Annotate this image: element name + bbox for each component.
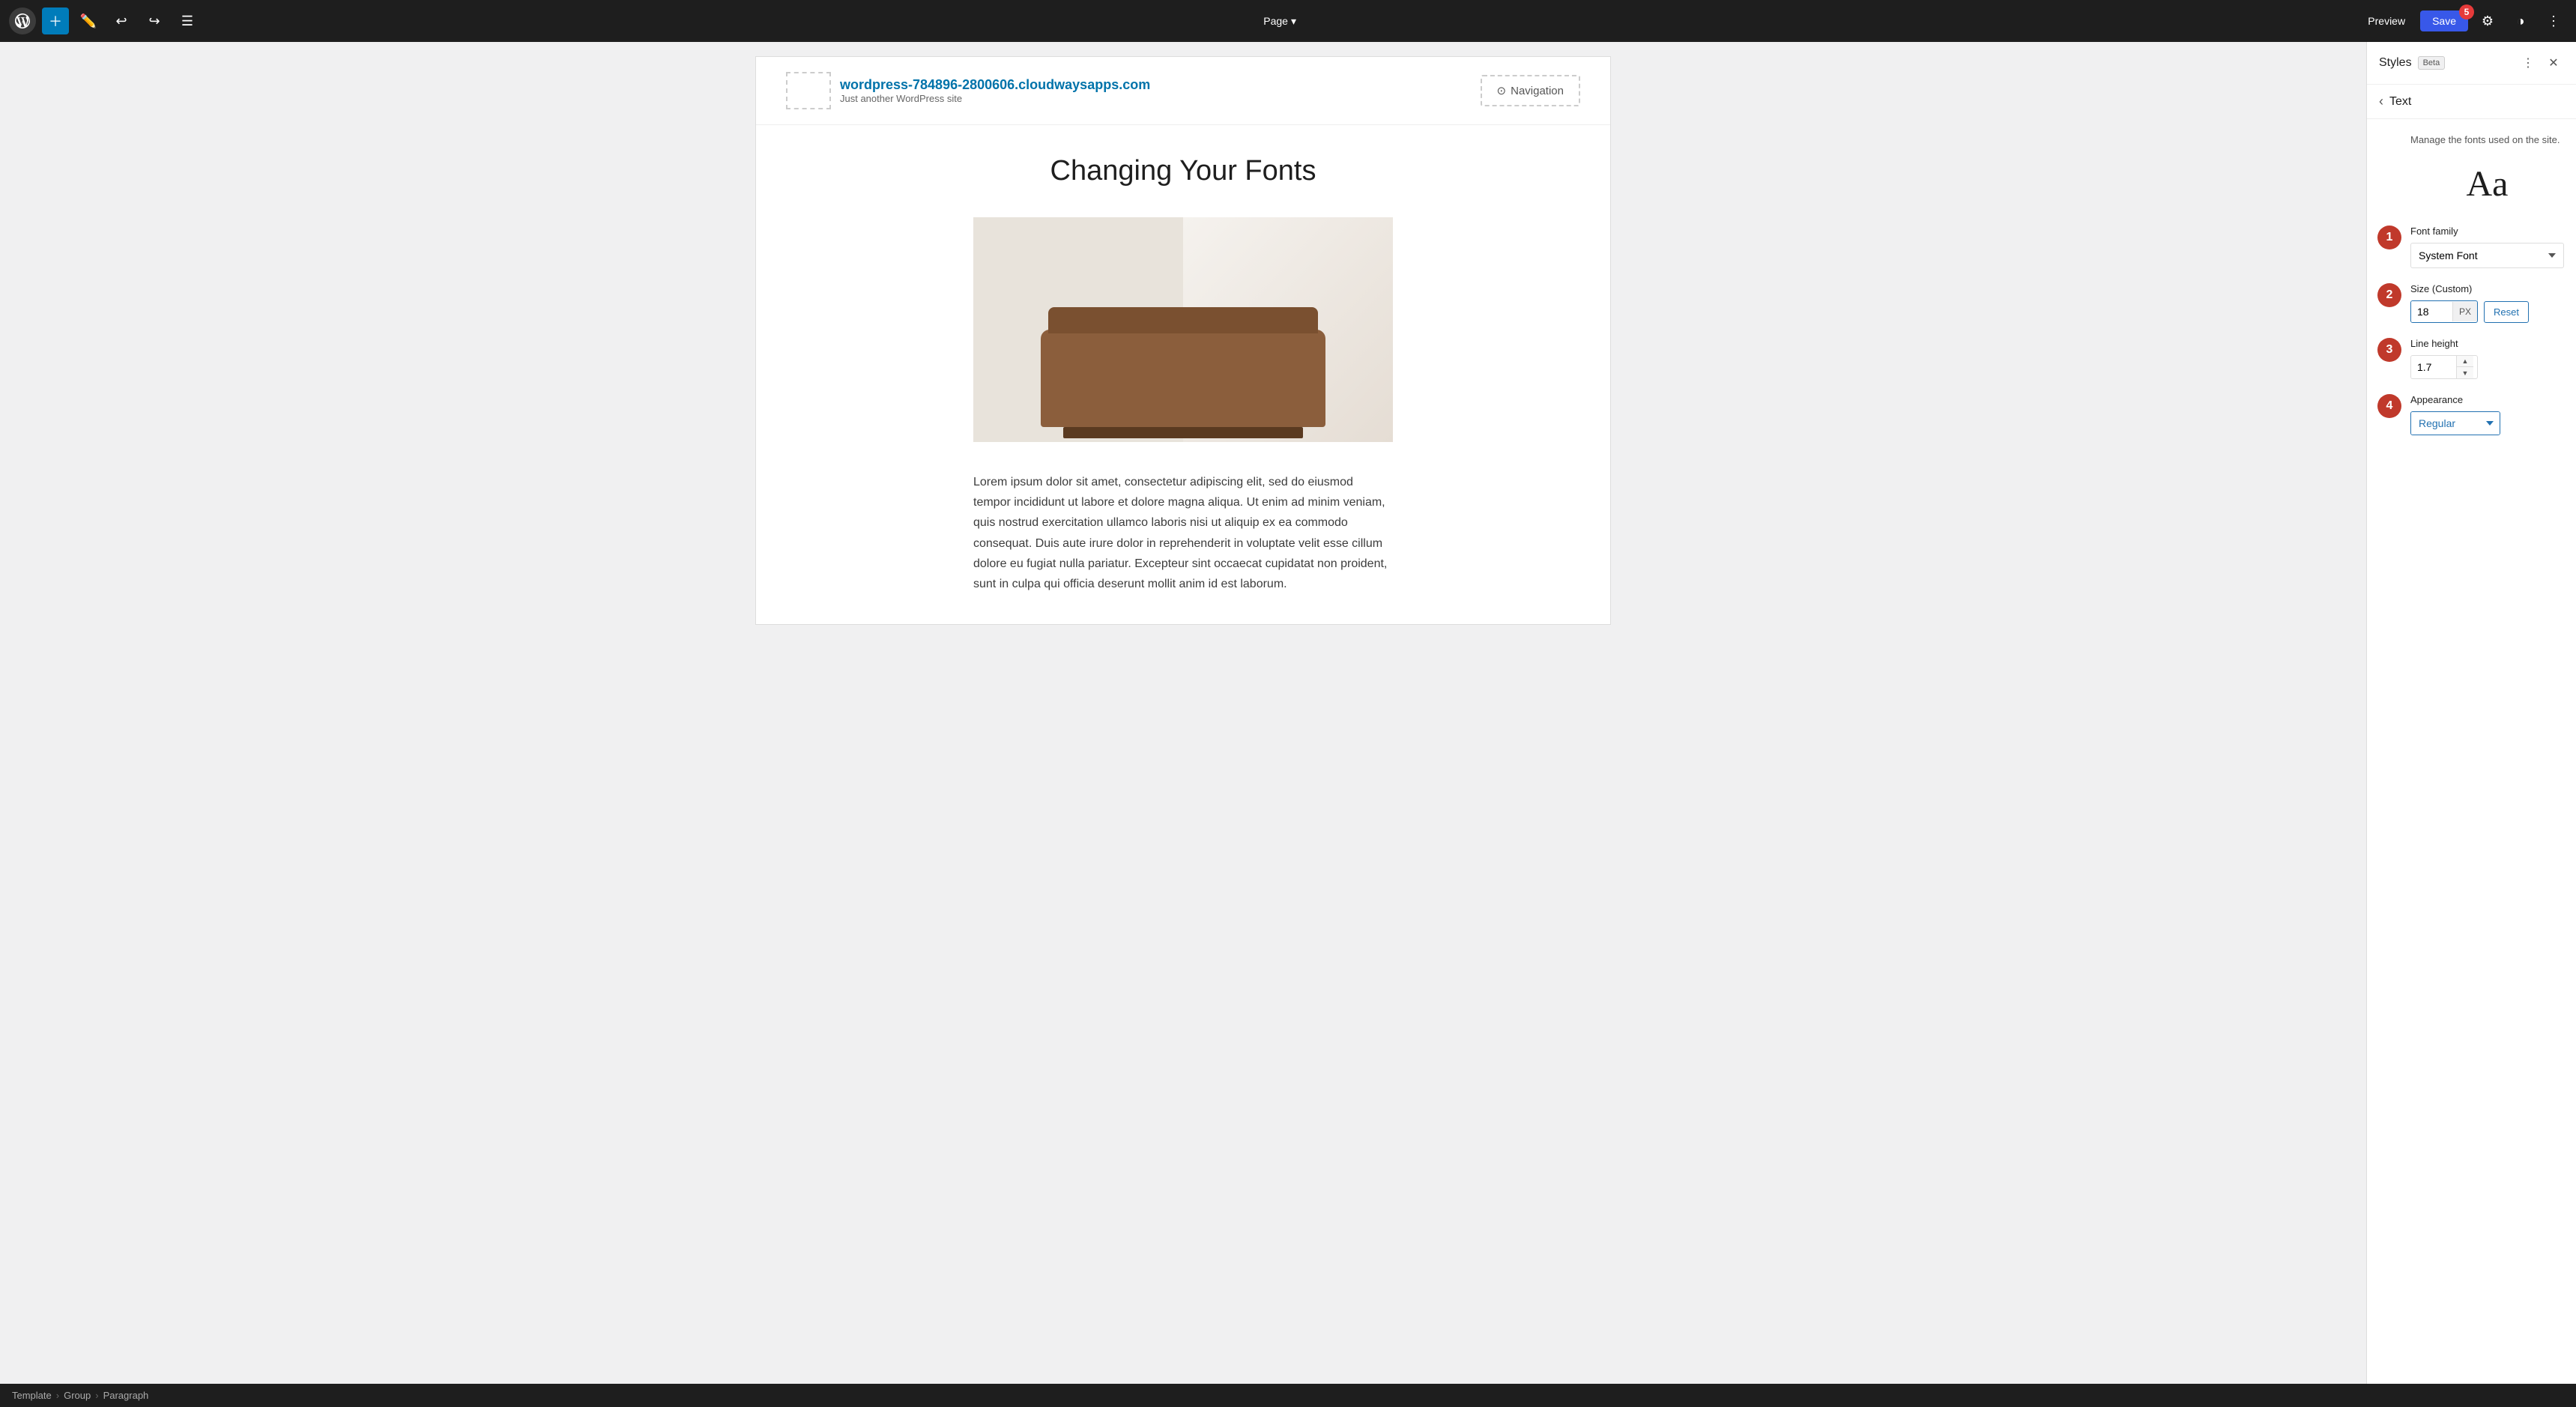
panel-title: Styles: [2379, 56, 2412, 70]
breadcrumb-sep-2: ›: [95, 1390, 98, 1401]
panel-header: Styles Beta ⋮ ✕: [2367, 42, 2576, 85]
size-input[interactable]: [2411, 301, 2452, 322]
sofa-decoration: [1041, 330, 1325, 427]
badge-4: 4: [2377, 394, 2401, 418]
dark-mode-button[interactable]: ◑: [2507, 7, 2534, 34]
site-header: wordpress-784896-2800606.cloudwaysapps.c…: [756, 57, 1610, 125]
main-layout: wordpress-784896-2800606.cloudwaysapps.c…: [0, 42, 2576, 1384]
content-title: Changing Your Fonts: [816, 155, 1550, 187]
subheader-title: Text: [2389, 95, 2411, 109]
lorem-text: Lorem ipsum dolor sit amet, consectetur …: [973, 472, 1393, 594]
font-family-content: Font family System Font Arial Georgia He…: [2410, 226, 2564, 268]
site-title-link[interactable]: wordpress-784896-2800606.cloudwaysapps.c…: [840, 77, 1150, 93]
appearance-select[interactable]: Regular Bold Light Italic: [2411, 412, 2500, 435]
nav-label: Navigation: [1511, 85, 1564, 97]
appearance-content: Appearance Regular Bold Light Italic: [2410, 394, 2564, 435]
panel-subheader: ‹ Text: [2367, 85, 2576, 119]
size-row-container: 2 Size (Custom) PX Reset: [2410, 283, 2564, 323]
breadcrumb-template[interactable]: Template: [12, 1390, 52, 1401]
site-content: Changing Your Fonts Lorem ipsum dolor si…: [756, 125, 1610, 624]
line-height-down[interactable]: ▼: [2457, 367, 2473, 378]
breadcrumb-paragraph[interactable]: Paragraph: [103, 1390, 149, 1401]
reset-button[interactable]: Reset: [2484, 301, 2529, 323]
edit-button[interactable]: ✏️: [75, 7, 102, 34]
toolbar: ＋ ✏️ ↩ ↪ ☰ Page ▾ Preview Save 5 ⚙ ◑ ⋮: [0, 0, 2576, 42]
panel-more-button[interactable]: ⋮: [2518, 52, 2539, 73]
line-height-label: Line height: [2410, 338, 2564, 349]
styles-panel: Styles Beta ⋮ ✕ ‹ Text Manage the fonts …: [2366, 42, 2576, 1384]
line-height-stepper: ▲ ▼: [2456, 356, 2473, 378]
beta-badge: Beta: [2418, 56, 2446, 70]
font-family-row: 1 Font family System Font Arial Georgia …: [2410, 226, 2564, 268]
panel-header-left: Styles Beta: [2379, 56, 2445, 70]
panel-content: Manage the fonts used on the site. Aa 1 …: [2367, 119, 2576, 1384]
line-height-input[interactable]: [2411, 357, 2456, 378]
chevron-down-icon: ▾: [1291, 15, 1296, 28]
panel-header-right: ⋮ ✕: [2518, 52, 2564, 73]
redo-button[interactable]: ↪: [141, 7, 168, 34]
breadcrumb-sep-1: ›: [56, 1390, 59, 1401]
badge-3: 3: [2377, 338, 2401, 362]
content-image[interactable]: [973, 217, 1393, 442]
line-height-row: 3 Line height ▲ ▼: [2410, 338, 2564, 379]
size-content: Size (Custom) PX Reset: [2410, 283, 2564, 323]
add-block-button[interactable]: ＋: [42, 7, 69, 34]
size-label: Size (Custom): [2410, 283, 2564, 294]
canvas-area: wordpress-784896-2800606.cloudwaysapps.c…: [0, 42, 2366, 1384]
line-height-content: Line height ▲ ▼: [2410, 338, 2564, 379]
navigation-block[interactable]: ⊙ Navigation: [1481, 75, 1580, 106]
font-family-label: Font family: [2410, 226, 2564, 237]
appearance-row: 4 Appearance Regular Bold Light Italic: [2410, 394, 2564, 435]
badge-2: 2: [2377, 283, 2401, 307]
appearance-select-wrap: Regular Bold Light Italic: [2410, 411, 2500, 435]
undo-button[interactable]: ↩: [108, 7, 135, 34]
panel-close-button[interactable]: ✕: [2543, 52, 2564, 73]
breadcrumb-bar: Template › Group › Paragraph: [0, 1384, 2576, 1407]
size-input-row: PX Reset: [2410, 300, 2564, 323]
site-tagline: Just another WordPress site: [840, 93, 1150, 104]
list-view-button[interactable]: ☰: [174, 7, 201, 34]
page-dropdown[interactable]: Page ▾: [1256, 10, 1304, 32]
preview-button[interactable]: Preview: [2359, 10, 2414, 31]
toolbar-right: Preview Save 5 ⚙ ◑ ⋮: [2359, 7, 2567, 34]
panel-description: Manage the fonts used on the site.: [2410, 134, 2564, 145]
site-logo-area: wordpress-784896-2800606.cloudwaysapps.c…: [786, 72, 1150, 109]
page-label-text: Page: [1263, 15, 1288, 27]
toolbar-center: Page ▾: [207, 10, 2353, 32]
size-unit: PX: [2452, 302, 2477, 321]
back-button[interactable]: ‹: [2379, 94, 2383, 109]
line-height-up[interactable]: ▲: [2457, 356, 2473, 367]
site-frame: wordpress-784896-2800606.cloudwaysapps.c…: [756, 57, 1610, 624]
appearance-label: Appearance: [2410, 394, 2564, 405]
line-height-wrap: ▲ ▼: [2410, 355, 2478, 379]
more-options-button[interactable]: ⋮: [2540, 7, 2567, 34]
settings-button[interactable]: ⚙: [2474, 7, 2501, 34]
breadcrumb-group[interactable]: Group: [64, 1390, 91, 1401]
save-button-wrap: Save 5: [2420, 10, 2468, 31]
site-logo-placeholder: [786, 72, 831, 109]
font-preview: Aa: [2410, 163, 2564, 205]
save-badge: 5: [2459, 4, 2474, 19]
size-input-wrap: PX: [2410, 300, 2478, 323]
badge-1: 1: [2377, 226, 2401, 249]
font-family-select[interactable]: System Font Arial Georgia Helvetica: [2410, 243, 2564, 268]
wordpress-logo[interactable]: [9, 7, 36, 34]
site-identity: wordpress-784896-2800606.cloudwaysapps.c…: [840, 77, 1150, 104]
circle-icon: ⊙: [1497, 84, 1507, 97]
